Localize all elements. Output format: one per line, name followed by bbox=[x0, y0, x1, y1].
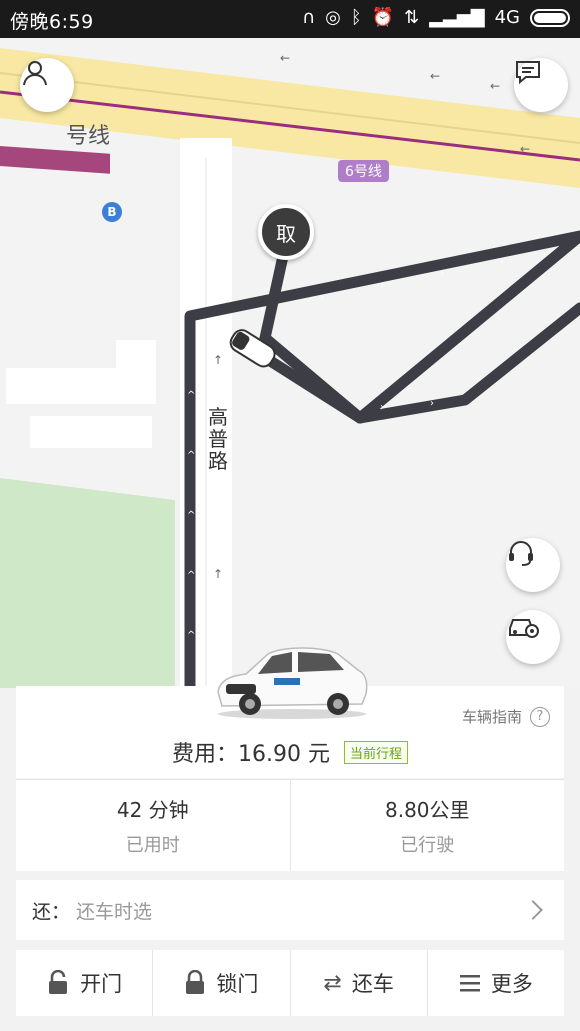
vehicle-guide-link[interactable]: 车辆指南 ? bbox=[462, 706, 550, 727]
return-value: 还车时选 bbox=[76, 900, 153, 923]
metro-line-6-label: 6号线 bbox=[338, 160, 389, 182]
svg-text:←: ← bbox=[490, 79, 500, 93]
messages-button[interactable] bbox=[514, 58, 568, 112]
sync-icon: ◎ bbox=[325, 7, 341, 28]
route-arrows: ^ ^ ^ ^ ^ › › › › › › › bbox=[187, 256, 504, 641]
svg-text:›: › bbox=[500, 256, 504, 267]
svg-text:←: ← bbox=[430, 69, 440, 83]
svg-text:↑: ↑ bbox=[213, 353, 223, 367]
current-trip-badge: 当前行程 bbox=[343, 740, 408, 764]
return-label: 还： bbox=[32, 900, 71, 923]
status-icons: ∩ ◎ ᛒ ⏰ ⇅ ▂▃▅▇ 4G bbox=[302, 7, 570, 28]
distance-stat: 8.80公里 已行驶 bbox=[289, 780, 565, 871]
pickup-location-pin[interactable]: 取 bbox=[258, 204, 314, 260]
lock-label: 锁门 bbox=[216, 972, 259, 996]
station-badge: B bbox=[102, 202, 122, 222]
trip-stats: 42 分钟 已用时 8.80公里 已行驶 bbox=[16, 779, 564, 871]
metro-line-label: 号线 bbox=[66, 124, 111, 149]
building bbox=[6, 368, 116, 404]
road-name-label: 高普路 bbox=[208, 405, 228, 473]
svg-text:↑: ↑ bbox=[213, 567, 223, 581]
svg-text:›: › bbox=[380, 280, 384, 291]
headset-icon bbox=[509, 541, 533, 566]
svg-text:›: › bbox=[380, 402, 384, 413]
lock-icon bbox=[186, 970, 205, 994]
profile-button[interactable] bbox=[20, 58, 74, 112]
signal-icon: ▂▃▅▇ bbox=[429, 7, 485, 28]
trip-fee: 费用：16.90 元 bbox=[172, 742, 330, 767]
action-bar: 开门 锁门 ⇄ 还车 更多 bbox=[16, 950, 564, 1016]
duration-label: 已用时 bbox=[125, 835, 180, 856]
car-location-marker[interactable] bbox=[226, 328, 282, 368]
more-label: 更多 bbox=[490, 972, 533, 996]
svg-text:›: › bbox=[260, 304, 264, 315]
svg-text:›: › bbox=[430, 398, 434, 409]
building bbox=[116, 340, 156, 404]
locate-car-button[interactable] bbox=[506, 610, 560, 664]
svg-text:←: ← bbox=[520, 142, 530, 156]
user-icon bbox=[23, 61, 47, 86]
lock-door-button[interactable]: 锁门 bbox=[152, 950, 289, 1016]
svg-text:^: ^ bbox=[187, 570, 195, 581]
building bbox=[30, 416, 152, 448]
network-type: 4G bbox=[494, 7, 520, 28]
help-icon: ? bbox=[530, 706, 550, 727]
unlock-icon bbox=[49, 970, 68, 994]
more-button[interactable]: 更多 bbox=[426, 950, 564, 1016]
park-area bbox=[0, 478, 175, 688]
headphones-icon: ∩ bbox=[301, 7, 316, 28]
svg-text:^: ^ bbox=[187, 630, 195, 641]
svg-text:^: ^ bbox=[187, 390, 195, 401]
chevron-right-icon bbox=[523, 900, 543, 920]
duration-stat: 42 分钟 已用时 bbox=[16, 780, 290, 871]
alarm-icon: ⏰ bbox=[371, 7, 395, 28]
svg-text:^: ^ bbox=[187, 450, 195, 461]
car-image bbox=[217, 647, 368, 719]
metro-station-band bbox=[0, 146, 110, 174]
menu-icon bbox=[459, 975, 480, 992]
battery-icon bbox=[530, 8, 570, 27]
return-location-row[interactable]: 还： 还车时选 bbox=[16, 880, 564, 940]
status-bar: 傍晚6:59 ∩ ◎ ᛒ ⏰ ⇅ ▂▃▅▇ 4G bbox=[0, 0, 580, 38]
return-car-button[interactable]: ⇄ 还车 bbox=[289, 950, 427, 1016]
map-view[interactable]: ^ ^ ^ ^ ^ › › › › › › › ← ← ← ← ↑ ↑ 号线 6号线 B 高普路 取 bbox=[0, 38, 580, 688]
vehicle-guide-label: 车辆指南 bbox=[461, 708, 522, 726]
distance-value: 8.80公里 bbox=[384, 798, 470, 822]
svg-text:›: › bbox=[320, 292, 324, 303]
return-car-label: 还车 bbox=[351, 972, 394, 996]
status-time: 傍晚6:59 bbox=[10, 11, 94, 33]
bluetooth-icon: ᛒ bbox=[350, 7, 362, 28]
unlock-label: 开门 bbox=[80, 972, 123, 996]
return-car-icon: ⇄ bbox=[323, 970, 342, 996]
fee-row: 费用：16.90 元 当前行程 bbox=[16, 736, 564, 768]
duration-value: 42 分钟 bbox=[116, 798, 189, 822]
distance-label: 已行驶 bbox=[400, 835, 455, 856]
unlock-door-button[interactable]: 开门 bbox=[16, 950, 152, 1016]
customer-service-button[interactable] bbox=[506, 538, 560, 592]
message-icon bbox=[516, 61, 540, 85]
svg-text:←: ← bbox=[280, 51, 290, 65]
car-locate-icon bbox=[509, 619, 539, 638]
data-transfer-icon: ⇅ bbox=[404, 7, 420, 28]
svg-text:›: › bbox=[440, 268, 444, 279]
svg-text:^: ^ bbox=[187, 510, 195, 521]
